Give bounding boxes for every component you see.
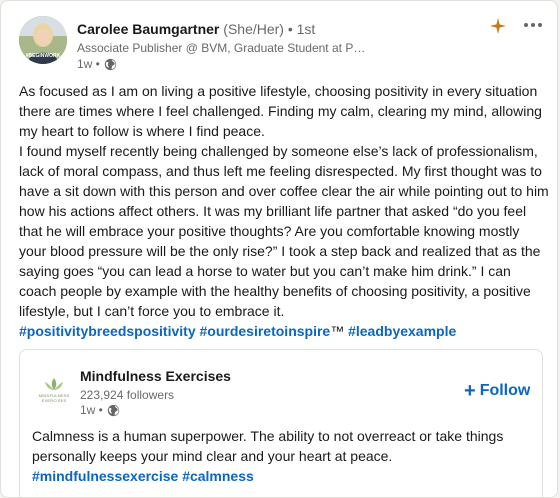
avatar-badge: #BEGINWORK: [25, 53, 61, 59]
post-hashtags: #positivitybreedspositivity #ourdesireto…: [19, 321, 549, 341]
author-headline: Associate Publisher @ BVM, Graduate Stud…: [77, 41, 367, 55]
sparkle-icon[interactable]: [489, 17, 507, 35]
shared-post-body: Calmness is a human superpower. The abil…: [32, 426, 532, 486]
author-avatar[interactable]: #BEGINWORK: [19, 16, 67, 64]
org-logo-text: MINDFULNESS EXERCISES: [38, 393, 70, 403]
trademark-symbol: ™: [330, 323, 345, 339]
more-icon-dot: [524, 23, 528, 27]
follow-label: Follow: [479, 382, 531, 399]
connection-degree: • 1st: [287, 21, 316, 37]
follow-button[interactable]: + Follow: [456, 378, 538, 404]
more-icon-dot: [538, 23, 542, 27]
author-name[interactable]: Carolee Baumgartner: [77, 21, 219, 37]
plus-icon: +: [464, 380, 476, 402]
post-time: 1w •: [77, 57, 100, 71]
hashtag-link[interactable]: #calmness: [182, 468, 254, 484]
post-paragraph: As focused as I am on living a positive …: [19, 83, 542, 139]
post-timestamp: 1w •: [77, 57, 117, 71]
shared-post-timestamp: 1w •: [80, 403, 120, 417]
org-name[interactable]: Mindfulness Exercises: [80, 368, 231, 384]
feed-post-card: #BEGINWORK Carolee Baumgartner (She/Her)…: [0, 0, 558, 498]
hashtag-link[interactable]: #ourdesiretoinspire: [200, 323, 331, 339]
hashtag-link[interactable]: #mindfulnessexercise: [32, 468, 178, 484]
hashtag-link[interactable]: #positivitybreedspositivity: [19, 323, 196, 339]
more-options-button[interactable]: [521, 15, 545, 35]
post-paragraph: I found myself recently being challenged…: [19, 143, 549, 319]
hashtag-link[interactable]: #leadbyexample: [348, 323, 456, 339]
more-icon-dot: [531, 23, 535, 27]
reshared-post[interactable]: MINDFULNESS EXERCISES Mindfulness Exerci…: [19, 349, 543, 497]
lotus-icon: [45, 378, 63, 390]
org-followers: 223,924 followers: [80, 388, 175, 402]
shared-post-time: 1w •: [80, 403, 103, 417]
globe-icon: [104, 58, 117, 70]
post-body: As focused as I am on living a positive …: [19, 81, 549, 341]
globe-icon: [107, 404, 120, 416]
author-pronouns: (She/Her): [223, 21, 284, 37]
author-line: Carolee Baumgartner (She/Her) • 1st: [77, 21, 315, 37]
org-logo[interactable]: MINDFULNESS EXERCISES: [30, 366, 78, 414]
shared-post-text: Calmness is a human superpower. The abil…: [32, 428, 504, 464]
